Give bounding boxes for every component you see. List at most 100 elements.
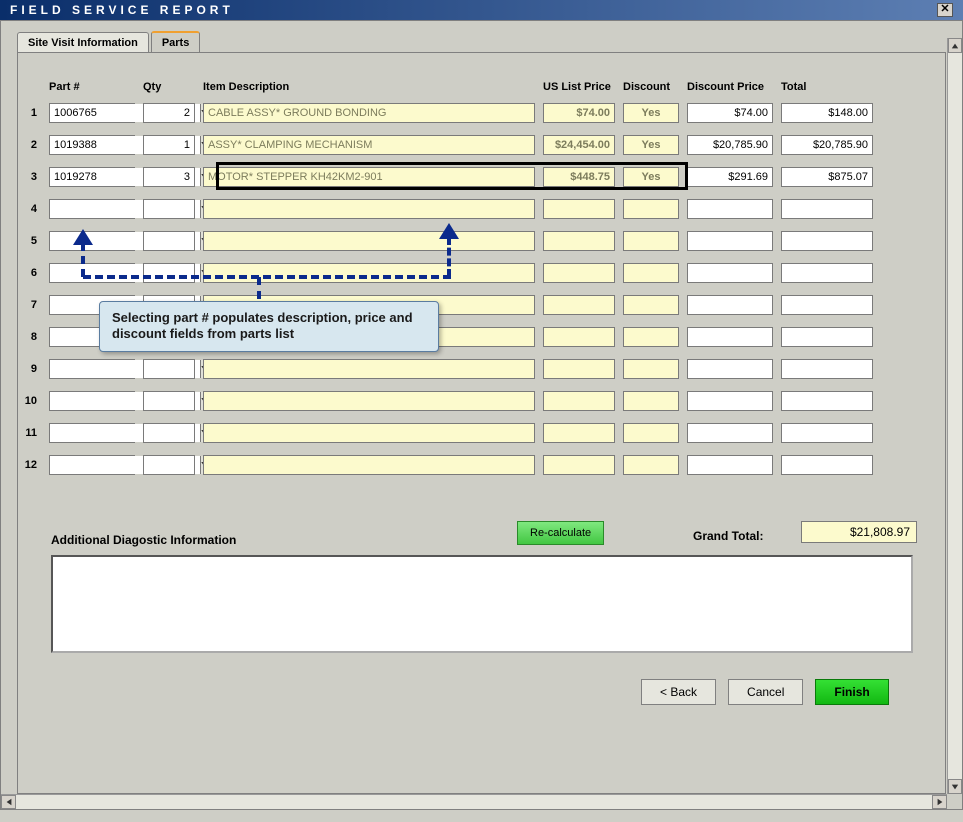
part-combo[interactable] bbox=[49, 263, 135, 283]
callout-tip: Selecting part # populates description, … bbox=[99, 301, 439, 352]
qty-input[interactable] bbox=[143, 391, 195, 411]
discount-price-input[interactable] bbox=[687, 423, 773, 443]
part-combo[interactable] bbox=[49, 167, 135, 187]
total-input[interactable] bbox=[781, 295, 873, 315]
qty-input[interactable] bbox=[143, 103, 195, 123]
total-input[interactable] bbox=[781, 135, 873, 155]
arrow-up-2 bbox=[439, 223, 459, 239]
part-combo[interactable] bbox=[49, 359, 135, 379]
recalculate-button[interactable]: Re-calculate bbox=[517, 521, 604, 545]
close-icon[interactable]: ✕ bbox=[937, 3, 953, 17]
total-input[interactable] bbox=[781, 103, 873, 123]
description-field bbox=[203, 199, 535, 219]
description-field bbox=[203, 231, 535, 251]
discount-price-input[interactable] bbox=[687, 135, 773, 155]
part-combo[interactable] bbox=[49, 391, 135, 411]
dashed-line-h bbox=[83, 275, 451, 279]
table-row: 1 CABLE ASSY* GROUND BONDING $74.00 Yes bbox=[23, 97, 903, 129]
total-input[interactable] bbox=[781, 167, 873, 187]
arrow-up-1 bbox=[73, 229, 93, 245]
table-row: 4 bbox=[23, 193, 903, 225]
part-combo[interactable] bbox=[49, 455, 135, 475]
discount-price-input[interactable] bbox=[687, 455, 773, 475]
cancel-button[interactable]: Cancel bbox=[728, 679, 803, 705]
qty-input[interactable] bbox=[143, 167, 195, 187]
window-title: FIELD SERVICE REPORT bbox=[10, 3, 234, 17]
scroll-down-icon[interactable] bbox=[948, 779, 962, 794]
finish-button[interactable]: Finish bbox=[815, 679, 888, 705]
qty-input[interactable] bbox=[143, 231, 195, 251]
list-price-field bbox=[543, 391, 615, 411]
row-number: 4 bbox=[23, 203, 41, 215]
total-input[interactable] bbox=[781, 199, 873, 219]
row-number: 1 bbox=[23, 107, 41, 119]
discount-price-input[interactable] bbox=[687, 199, 773, 219]
list-price-field bbox=[543, 423, 615, 443]
total-input[interactable] bbox=[781, 263, 873, 283]
tab-parts[interactable]: Parts bbox=[151, 31, 201, 52]
qty-input[interactable] bbox=[143, 359, 195, 379]
table-row: 3 MOTOR* STEPPER KH42KM2-901 $448.75 Yes bbox=[23, 161, 903, 193]
discount-price-input[interactable] bbox=[687, 391, 773, 411]
horizontal-scrollbar[interactable] bbox=[1, 794, 947, 809]
part-combo[interactable] bbox=[49, 423, 135, 443]
qty-input[interactable] bbox=[143, 455, 195, 475]
list-price-field bbox=[543, 327, 615, 347]
part-combo[interactable] bbox=[49, 103, 135, 123]
table-row: 12 bbox=[23, 449, 903, 481]
diagnostic-textarea[interactable] bbox=[51, 555, 913, 653]
vscroll-track[interactable] bbox=[948, 53, 962, 779]
total-input[interactable] bbox=[781, 455, 873, 475]
discount-price-input[interactable] bbox=[687, 167, 773, 187]
discount-field bbox=[623, 455, 679, 475]
total-input[interactable] bbox=[781, 231, 873, 251]
discount-price-input[interactable] bbox=[687, 231, 773, 251]
total-input[interactable] bbox=[781, 327, 873, 347]
hdr-list: US List Price bbox=[543, 81, 615, 93]
scroll-up-icon[interactable] bbox=[948, 38, 962, 53]
total-input[interactable] bbox=[781, 359, 873, 379]
description-field bbox=[203, 391, 535, 411]
grid-header: Part # Qty Item Description US List Pric… bbox=[23, 81, 903, 93]
tab-strip: Site Visit Information Parts bbox=[17, 31, 202, 52]
table-row: 11 bbox=[23, 417, 903, 449]
vertical-scrollbar[interactable] bbox=[947, 38, 962, 794]
discount-price-input[interactable] bbox=[687, 103, 773, 123]
row-number: 7 bbox=[23, 299, 41, 311]
wizard-buttons: < Back Cancel Finish bbox=[641, 679, 889, 705]
discount-field bbox=[623, 199, 679, 219]
discount-price-input[interactable] bbox=[687, 295, 773, 315]
description-field bbox=[203, 455, 535, 475]
diagnostic-label: Additional Diagostic Information bbox=[51, 533, 236, 547]
hdr-qty: Qty bbox=[143, 81, 195, 93]
row-number: 9 bbox=[23, 363, 41, 375]
list-price-field bbox=[543, 295, 615, 315]
total-input[interactable] bbox=[781, 391, 873, 411]
discount-field bbox=[623, 391, 679, 411]
part-combo[interactable] bbox=[49, 199, 135, 219]
total-input[interactable] bbox=[781, 423, 873, 443]
scroll-left-icon[interactable] bbox=[1, 795, 16, 809]
part-combo[interactable] bbox=[49, 135, 135, 155]
list-price-field: $24,454.00 bbox=[543, 135, 615, 155]
qty-input[interactable] bbox=[143, 423, 195, 443]
workspace: Site Visit Information Parts Part # Qty … bbox=[0, 20, 963, 810]
qty-input[interactable] bbox=[143, 199, 195, 219]
row-number: 12 bbox=[23, 459, 41, 471]
grand-total-value: $21,808.97 bbox=[801, 521, 917, 543]
back-button[interactable]: < Back bbox=[641, 679, 716, 705]
qty-input[interactable] bbox=[143, 135, 195, 155]
description-field: MOTOR* STEPPER KH42KM2-901 bbox=[203, 167, 535, 187]
list-price-field bbox=[543, 199, 615, 219]
qty-input[interactable] bbox=[143, 263, 195, 283]
hdr-disc: Discount bbox=[623, 81, 679, 93]
scroll-right-icon[interactable] bbox=[932, 795, 947, 809]
row-number: 10 bbox=[23, 395, 41, 407]
discount-price-input[interactable] bbox=[687, 263, 773, 283]
list-price-field bbox=[543, 231, 615, 251]
discount-price-input[interactable] bbox=[687, 359, 773, 379]
discount-price-input[interactable] bbox=[687, 327, 773, 347]
discount-field bbox=[623, 327, 679, 347]
row-number: 5 bbox=[23, 235, 41, 247]
tab-site-visit[interactable]: Site Visit Information bbox=[17, 32, 149, 52]
